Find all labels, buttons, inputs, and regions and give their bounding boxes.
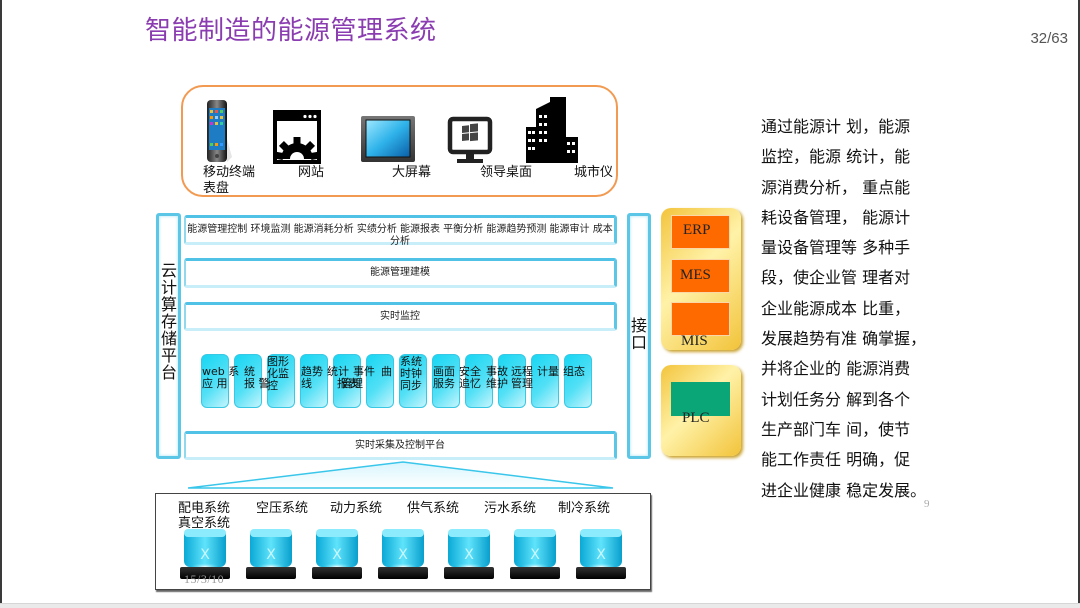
- analysis-layer-text: 能源管理控制 环境监测 能源消耗分析 实绩分析 能源报表 平衡分析 能源趋势预测…: [187, 224, 613, 247]
- website-gear-icon: [273, 110, 321, 164]
- description-line: 耗设备管理， 能源计: [761, 207, 911, 227]
- interface-column: 接口: [627, 213, 651, 459]
- description-line: 量设备管理等 多种手: [761, 238, 911, 258]
- cloud-storage-platform: 云计算存储平台: [156, 213, 181, 459]
- erp-label: ERP: [683, 222, 711, 238]
- footer-date: 15/3/10: [184, 572, 225, 586]
- module-label-screen-service: 画面 服务: [433, 365, 455, 390]
- mis-block: [671, 302, 730, 336]
- module-label-alarm: 统报 警: [244, 365, 270, 390]
- cylinder-device-icon: X: [444, 529, 494, 579]
- realtime-monitoring-layer: 实时监控: [184, 302, 617, 331]
- field-system-label: 动力系统: [330, 501, 383, 516]
- smartphone-icon: [207, 100, 232, 162]
- module-block: [564, 354, 592, 408]
- description-line: 并将企业的 能源消费: [761, 359, 911, 379]
- description-line: 监控，能源 统计，能: [761, 147, 911, 167]
- data-funnel-connector: [188, 461, 614, 489]
- module-label-incident-maintenance: 事故 维护: [486, 365, 508, 390]
- acquisition-control-text: 实时采集及控制平台: [355, 439, 445, 451]
- cylinder-device-icon: X: [576, 529, 626, 579]
- device-city: 城市仪: [524, 92, 613, 181]
- module-label-remote-management: 远程 管理: [511, 365, 533, 390]
- module-label-event: 事件 管理: [341, 365, 375, 390]
- module-block: [531, 354, 559, 408]
- cylinder-device-icon: X: [312, 529, 362, 579]
- description-line: 段，使企业管 理者对: [761, 268, 911, 288]
- module-label-web: web 系应 用: [202, 365, 240, 390]
- svg-text:X: X: [596, 547, 606, 563]
- description-text: 通过能源计 划，能源 监控，能源 统计，能 源消费分析， 重点能 耗设备管理， …: [761, 112, 931, 506]
- module-label-clock-sync: 系统 时钟 同步: [400, 355, 422, 392]
- energy-modeling-layer: 能源管理建模: [184, 258, 617, 288]
- field-system-label: 污水系统: [484, 501, 537, 516]
- description-line: 计划任务分 解到各个: [761, 389, 911, 409]
- cloud-storage-label: 云计算存储平台: [160, 261, 177, 382]
- device-mobile: 移动终端 表盘: [203, 95, 255, 197]
- cylinder-device-icon: X: [510, 529, 560, 579]
- page-indicator: 32/63: [1030, 30, 1068, 47]
- large-screen-icon: [361, 116, 415, 162]
- device-desktop: 领导桌面: [446, 95, 532, 181]
- slide-title: 智能制造的能源管理系统: [145, 16, 437, 46]
- cylinder-device-icon: X: [378, 529, 428, 579]
- module-label-trend: 趋势线: [301, 365, 323, 390]
- window-frame-left: [0, 0, 2, 604]
- device-label-mobile: 移动终端: [203, 165, 256, 180]
- field-system-label: 供气系统: [407, 501, 460, 516]
- svg-text:X: X: [464, 547, 474, 563]
- acquisition-control-layer: 实时采集及控制平台: [184, 431, 617, 460]
- description-line: 生产部门车 间，使节: [761, 419, 911, 439]
- window-frame-bottom: [0, 603, 1080, 608]
- description-line: 通过能源计 划，能源: [761, 117, 911, 136]
- module-label-curve: 曲: [381, 365, 392, 378]
- analysis-layer: 能源管理控制 环境监测 能源消耗分析 实绩分析 能源报表 平衡分析 能源趋势预测…: [184, 215, 617, 247]
- svg-text:X: X: [332, 547, 342, 563]
- svg-text:X: X: [398, 547, 408, 563]
- svg-text:X: X: [530, 547, 540, 563]
- realtime-monitoring-text: 实时监控: [380, 310, 420, 322]
- energy-modeling-text: 能源管理建模: [370, 267, 430, 278]
- module-label-configuration: 组态: [563, 365, 585, 378]
- device-label-city: 城市仪: [574, 165, 614, 180]
- slide-page-number: 9: [924, 498, 930, 510]
- module-label-metering: 计量: [537, 365, 559, 378]
- city-buildings-icon: [526, 97, 578, 163]
- description-line: 发展趋势有准 确掌握，: [761, 329, 927, 349]
- mis-label: MIS: [681, 333, 708, 349]
- description-line: 进企业健康 稳定发展。: [761, 480, 927, 500]
- svg-text:X: X: [266, 547, 276, 563]
- description-line: 源消费分析， 重点能: [761, 177, 911, 197]
- device-label-website: 网站: [298, 165, 325, 180]
- cylinder-device-icon: X: [246, 529, 296, 579]
- interface-label: 接口: [630, 316, 647, 352]
- module-label-security-recall: 安全 追忆: [459, 365, 481, 390]
- device-label-mobile-2: 表盘: [203, 181, 230, 196]
- desktop-monitor-icon: [447, 116, 493, 163]
- field-system-label: 空压系统: [256, 501, 309, 516]
- device-label-large-screen: 大屏幕: [392, 165, 432, 180]
- device-large-screen: 大屏幕: [360, 95, 431, 181]
- svg-text:X: X: [200, 547, 210, 563]
- mes-label: MES: [680, 267, 711, 283]
- module-label-graphic-monitor: 图形 化监控: [267, 355, 289, 392]
- field-system-label: 制冷系统: [558, 501, 611, 516]
- description-line: 企业能源成本 比重，: [761, 298, 911, 318]
- device-website: 网站: [272, 95, 324, 181]
- description-line: 能工作责任 明确，促: [761, 450, 911, 470]
- plc-label: PLC: [682, 410, 710, 426]
